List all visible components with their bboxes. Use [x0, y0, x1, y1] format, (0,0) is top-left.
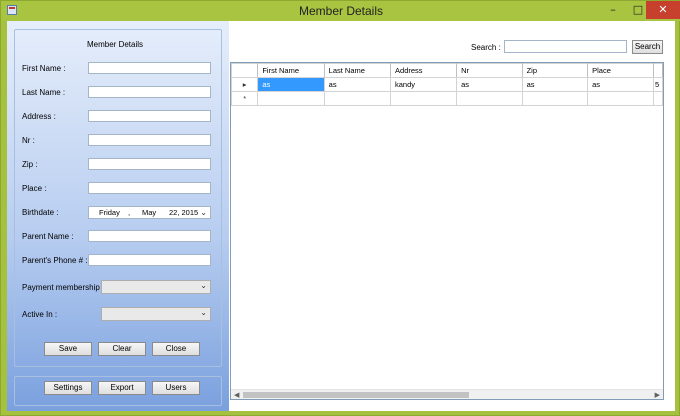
- nr-input[interactable]: [88, 134, 211, 146]
- place-label: Place :: [22, 184, 47, 193]
- parent-name-input[interactable]: [88, 230, 211, 242]
- users-button[interactable]: Users: [152, 381, 200, 395]
- current-row-indicator-icon[interactable]: ▸: [230, 77, 259, 92]
- grid-cell[interactable]: as: [587, 77, 654, 92]
- grid-table: First Name Last Name Address Nr Zip Plac…: [230, 63, 664, 106]
- address-label: Address :: [22, 112, 56, 121]
- grid-cell[interactable]: as: [521, 77, 589, 92]
- app-window: Member Details – □ ✕ Member Details Firs…: [0, 0, 680, 416]
- active-in-select[interactable]: ⌄: [101, 307, 211, 321]
- grid-cell[interactable]: as: [456, 77, 523, 92]
- birthdate-label: Birthdate :: [22, 208, 59, 217]
- search-button[interactable]: Search: [632, 40, 663, 54]
- save-button[interactable]: Save: [44, 342, 92, 356]
- address-input[interactable]: [88, 110, 211, 122]
- horizontal-scrollbar[interactable]: ◀ ▶: [231, 389, 663, 399]
- column-header[interactable]: First Name: [257, 63, 325, 78]
- close-button[interactable]: Close: [152, 342, 200, 356]
- window-title: Member Details: [298, 4, 384, 18]
- row-header-corner: [230, 63, 259, 78]
- new-row-indicator-icon[interactable]: *: [230, 91, 259, 106]
- birthdate-month: May: [142, 208, 157, 217]
- grid-cell[interactable]: [652, 91, 664, 106]
- zip-label: Zip :: [22, 160, 38, 169]
- grid-cell[interactable]: [323, 91, 392, 106]
- chevron-down-icon: ⌄: [200, 281, 207, 290]
- settings-button[interactable]: Settings: [44, 381, 92, 395]
- birthdate-sep: ,: [128, 208, 131, 217]
- table-row[interactable]: ▸ as as kandy as as as 5: [230, 77, 664, 92]
- column-header-overflow[interactable]: [652, 63, 664, 78]
- parent-phone-input[interactable]: [88, 254, 211, 266]
- scroll-right-icon[interactable]: ▶: [655, 390, 660, 400]
- title-bar[interactable]: Member Details – □ ✕: [1, 1, 680, 21]
- new-row[interactable]: *: [230, 91, 664, 106]
- grid-header-row: First Name Last Name Address Nr Zip Plac…: [230, 63, 664, 78]
- client-area: Member Details First Name : Last Name : …: [7, 21, 675, 411]
- payment-membership-label: Payment membership :: [22, 283, 105, 292]
- grid-cell[interactable]: as: [323, 77, 392, 92]
- grid-cell[interactable]: [390, 91, 458, 106]
- payment-membership-select[interactable]: ⌄: [101, 280, 211, 294]
- birthdate-weekday: Friday: [99, 208, 120, 217]
- column-header[interactable]: Place: [587, 63, 654, 78]
- grid-cell[interactable]: [257, 91, 325, 106]
- grid-cell[interactable]: kandy: [390, 77, 458, 92]
- place-input[interactable]: [88, 182, 211, 194]
- chevron-down-icon[interactable]: ⌄: [200, 208, 207, 217]
- active-in-label: Active In :: [22, 310, 58, 319]
- grid-cell[interactable]: as: [257, 77, 325, 92]
- grid-cell[interactable]: [587, 91, 654, 106]
- group-title: Member Details: [87, 40, 144, 49]
- parent-name-label: Parent Name :: [22, 232, 74, 241]
- column-header[interactable]: Address: [390, 63, 458, 78]
- scrollbar-thumb[interactable]: [243, 392, 469, 398]
- birthdate-picker[interactable]: Friday , May 22, 2015 ⌄: [88, 206, 211, 219]
- members-grid[interactable]: First Name Last Name Address Nr Zip Plac…: [230, 62, 664, 400]
- last-name-label: Last Name :: [22, 88, 66, 97]
- parent-phone-label: Parent's Phone # :: [22, 256, 88, 265]
- nr-label: Nr :: [22, 136, 35, 145]
- first-name-label: First Name :: [22, 64, 66, 73]
- scroll-left-icon[interactable]: ◀: [234, 390, 239, 400]
- column-header[interactable]: Zip: [521, 63, 589, 78]
- chevron-down-icon: ⌄: [200, 308, 207, 317]
- minimize-icon[interactable]: –: [601, 1, 625, 19]
- first-name-input[interactable]: [88, 62, 211, 74]
- zip-input[interactable]: [88, 158, 211, 170]
- grid-cell[interactable]: 5: [652, 77, 664, 92]
- clear-button[interactable]: Clear: [98, 342, 146, 356]
- form-panel: Member Details First Name : Last Name : …: [7, 21, 229, 411]
- close-icon[interactable]: ✕: [646, 1, 680, 19]
- grid-cell[interactable]: [456, 91, 523, 106]
- birthdate-day-year: 22, 2015: [169, 208, 199, 217]
- grid-cell[interactable]: [521, 91, 589, 106]
- column-header[interactable]: Last Name: [323, 63, 392, 78]
- column-header[interactable]: Nr: [456, 63, 523, 78]
- search-label: Search :: [471, 43, 501, 52]
- search-input[interactable]: [504, 40, 627, 53]
- last-name-input[interactable]: [88, 86, 211, 98]
- export-button[interactable]: Export: [98, 381, 146, 395]
